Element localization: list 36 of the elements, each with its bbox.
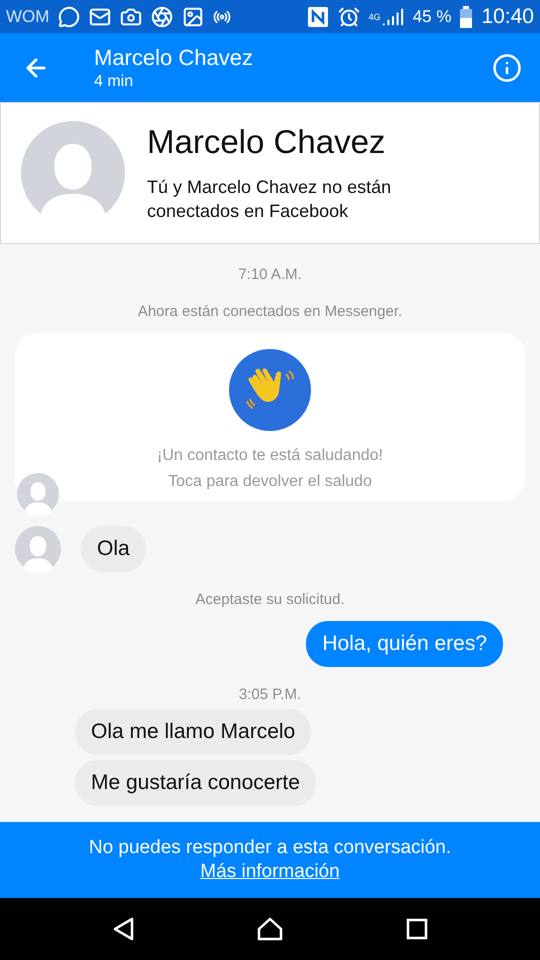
timestamp: 3:05 P.M. bbox=[238, 686, 302, 703]
camera-icon bbox=[120, 6, 142, 28]
carrier-name: WOM bbox=[6, 6, 50, 26]
connection-note: Tú y Marcelo Chavez no están conectados en Facebook bbox=[147, 176, 392, 223]
more-info-link[interactable]: Más información bbox=[200, 861, 340, 883]
waving-hand-icon[interactable] bbox=[229, 349, 311, 431]
recents-nav-icon[interactable] bbox=[406, 918, 428, 940]
wave-card[interactable]: ¡Un contacto te está saludando! Toca para devolver el saludo bbox=[15, 333, 525, 501]
profile-name: Marcelo Chavez bbox=[147, 123, 386, 161]
message-bubble: Hola, quién eres? bbox=[306, 621, 503, 667]
image-icon bbox=[182, 6, 204, 28]
wave-text: ¡Un contacto te está saludando! bbox=[157, 446, 383, 466]
message-bubble: Me gustaría conocerte bbox=[75, 760, 316, 806]
notice-text: No puedes responder a esta conversación. bbox=[88, 837, 452, 859]
avatar-icon bbox=[21, 121, 125, 225]
system-message: Ahora están conectados en Messenger. bbox=[138, 303, 402, 320]
back-nav-icon[interactable] bbox=[112, 917, 134, 941]
nfc-icon bbox=[306, 6, 329, 28]
timestamp: 7:10 A.M. bbox=[238, 266, 302, 283]
chat-icon bbox=[58, 6, 80, 28]
clock: 10:40 bbox=[481, 4, 534, 28]
wave-text: Toca para devolver el saludo bbox=[168, 472, 372, 492]
battery-icon bbox=[460, 6, 472, 28]
info-button[interactable] bbox=[492, 52, 522, 82]
home-nav-icon[interactable] bbox=[256, 917, 283, 941]
alarm-icon bbox=[338, 6, 360, 28]
signal-icon bbox=[382, 6, 404, 28]
system-message: Aceptaste su solicitud. bbox=[195, 591, 345, 608]
message-bubble: Ola me llamo Marcelo bbox=[75, 709, 312, 755]
message-bubble: Ola bbox=[81, 526, 146, 572]
last-seen: 4 min bbox=[94, 72, 134, 90]
aperture-icon bbox=[151, 6, 174, 28]
contact-name: Marcelo Chavez bbox=[94, 44, 254, 70]
battery-percent: 45 % bbox=[412, 6, 452, 26]
network-type: 4G bbox=[368, 12, 381, 22]
mail-icon bbox=[89, 6, 112, 28]
